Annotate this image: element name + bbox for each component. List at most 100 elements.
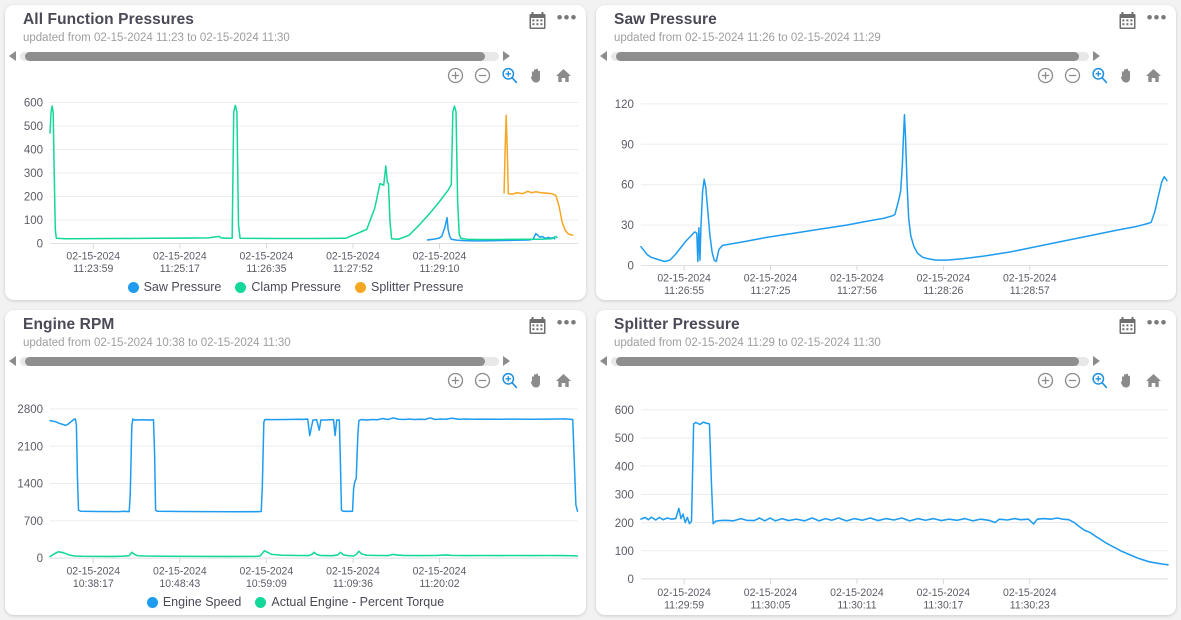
calendar-icon[interactable] (529, 317, 546, 335)
panel-header: All Function Pressures updated from 02-1… (5, 5, 586, 46)
scroll-thumb[interactable] (24, 51, 485, 61)
zoom-in-icon[interactable] (447, 372, 464, 389)
scroll-left-arrow-icon[interactable] (9, 356, 16, 366)
legend-item[interactable]: Splitter Pressure (355, 280, 463, 294)
svg-text:30: 30 (621, 220, 634, 232)
svg-text:02-15-2024: 02-15-2024 (66, 251, 120, 263)
svg-text:11:23:59: 11:23:59 (73, 263, 113, 275)
panel-menu-icon[interactable]: ••• (1147, 9, 1167, 30)
chart-legend: Engine Speed Actual Engine - Percent Torq… (5, 593, 586, 615)
scroll-thumb[interactable] (615, 356, 1080, 366)
svg-text:02-15-2024: 02-15-2024 (153, 565, 207, 577)
time-range-scrollbar[interactable] (5, 49, 586, 63)
legend-item[interactable]: Clamp Pressure (235, 280, 341, 294)
scroll-left-arrow-icon[interactable] (600, 51, 607, 61)
svg-text:700: 700 (24, 515, 44, 528)
box-zoom-icon[interactable] (501, 67, 518, 84)
svg-text:11:27:56: 11:27:56 (837, 285, 877, 297)
calendar-icon[interactable] (529, 12, 546, 30)
scroll-left-arrow-icon[interactable] (9, 51, 16, 61)
svg-text:0: 0 (628, 572, 635, 586)
calendar-icon[interactable] (1119, 12, 1136, 30)
svg-text:11:27:25: 11:27:25 (751, 285, 791, 297)
chart-splitter-pressure[interactable]: 0 100 200 300 400 500 600 02-15-2024 11:29:59 02-… (596, 390, 1176, 615)
chart-toolbar (596, 368, 1176, 390)
home-icon[interactable] (555, 372, 572, 389)
svg-text:1400: 1400 (17, 477, 43, 490)
svg-text:11:30:23: 11:30:23 (1010, 599, 1050, 611)
home-icon[interactable] (555, 67, 572, 84)
panel-menu-icon[interactable]: ••• (557, 314, 577, 335)
pan-hand-icon[interactable] (1118, 372, 1135, 389)
svg-text:02-15-2024: 02-15-2024 (657, 273, 711, 285)
svg-text:400: 400 (615, 459, 635, 473)
zoom-out-icon[interactable] (474, 372, 491, 389)
pan-hand-icon[interactable] (528, 67, 545, 84)
svg-text:10:48:43: 10:48:43 (159, 578, 200, 590)
legend-item[interactable]: Actual Engine - Percent Torque (255, 595, 444, 609)
chart-canvas: 070014002100280002-15-202410:38:1702-15-… (17, 403, 579, 590)
pan-hand-icon[interactable] (1118, 67, 1135, 84)
scroll-right-arrow-icon[interactable] (1093, 51, 1100, 61)
calendar-icon[interactable] (1119, 317, 1136, 335)
zoom-in-icon[interactable] (447, 67, 464, 84)
page-title: Engine RPM (23, 316, 115, 333)
panel-menu-icon[interactable]: ••• (1147, 314, 1167, 335)
svg-text:02-15-2024: 02-15-2024 (830, 273, 884, 285)
zoom-out-icon[interactable] (474, 67, 491, 84)
time-range-scrollbar[interactable] (596, 49, 1176, 63)
svg-text:11:20:02: 11:20:02 (419, 578, 459, 590)
zoom-out-icon[interactable] (1064, 372, 1081, 389)
chart-engine-rpm[interactable]: 0 700 1400 2100 2800 02-15-2024 10:38:17 02-15-… (5, 390, 586, 593)
legend-item[interactable]: Engine Speed (146, 595, 241, 609)
panel-slot-saw-pressure: Saw Pressure updated from 02-15-2024 11:… (591, 0, 1181, 305)
time-range-scrollbar[interactable] (596, 354, 1176, 368)
panel-subtitle: updated from 02-15-2024 10:38 to 02-15-2… (23, 337, 291, 349)
panel-saw-pressure: Saw Pressure updated from 02-15-2024 11:… (596, 5, 1176, 300)
scroll-left-arrow-icon[interactable] (600, 356, 607, 366)
panel-menu-icon[interactable]: ••• (557, 9, 577, 30)
panel-header-actions: ••• (523, 314, 577, 335)
time-range-scrollbar[interactable] (5, 354, 586, 368)
chart-all-function-pressures[interactable]: 0 100 200 300 400 500 600 02-15-2024 11:23:59 02-… (5, 85, 586, 278)
svg-text:02-15-2024: 02-15-2024 (413, 565, 467, 577)
box-zoom-icon[interactable] (1091, 372, 1108, 389)
legend-label: Splitter Pressure (371, 280, 464, 294)
scroll-track[interactable] (20, 356, 499, 366)
chart-saw-pressure[interactable]: 0 30 60 90 120 02-15-2024 11:26:55 02-15-2024 11… (596, 85, 1176, 300)
scroll-thumb[interactable] (615, 51, 1080, 61)
scroll-track[interactable] (611, 356, 1089, 366)
legend-label: Saw Pressure (143, 280, 222, 294)
svg-text:120: 120 (615, 99, 634, 111)
box-zoom-icon[interactable] (501, 372, 518, 389)
svg-text:11:28:57: 11:28:57 (1010, 285, 1050, 297)
chart-toolbar (596, 63, 1176, 85)
scroll-track[interactable] (611, 51, 1089, 61)
page-title: Saw Pressure (614, 11, 717, 28)
scroll-right-arrow-icon[interactable] (1093, 356, 1100, 366)
legend-item[interactable]: Saw Pressure (127, 280, 222, 294)
svg-text:02-15-2024: 02-15-2024 (66, 565, 120, 577)
svg-text:11:28:26: 11:28:26 (923, 285, 963, 297)
home-icon[interactable] (1145, 372, 1162, 389)
legend-color-dot (255, 596, 267, 608)
svg-text:100: 100 (615, 544, 635, 558)
svg-text:02-15-2024: 02-15-2024 (413, 251, 467, 263)
box-zoom-icon[interactable] (1091, 67, 1108, 84)
legend-label: Clamp Pressure (251, 280, 342, 294)
home-icon[interactable] (1145, 67, 1162, 84)
svg-text:02-15-2024: 02-15-2024 (657, 587, 711, 599)
pan-hand-icon[interactable] (528, 372, 545, 389)
panel-slot-all-function-pressures: All Function Pressures updated from 02-1… (0, 0, 591, 305)
zoom-out-icon[interactable] (1064, 67, 1081, 84)
svg-text:10:59:09: 10:59:09 (246, 578, 287, 590)
panel-slot-splitter-pressure: Splitter Pressure updated from 02-15-202… (591, 305, 1181, 620)
panel-splitter-pressure: Splitter Pressure updated from 02-15-202… (596, 310, 1176, 615)
scroll-thumb[interactable] (24, 356, 485, 366)
zoom-in-icon[interactable] (1037, 372, 1054, 389)
scroll-right-arrow-icon[interactable] (503, 51, 510, 61)
zoom-in-icon[interactable] (1037, 67, 1054, 84)
scroll-right-arrow-icon[interactable] (503, 356, 510, 366)
scroll-track[interactable] (20, 51, 499, 61)
panel-header: Engine RPM updated from 02-15-2024 10:38… (5, 310, 586, 351)
